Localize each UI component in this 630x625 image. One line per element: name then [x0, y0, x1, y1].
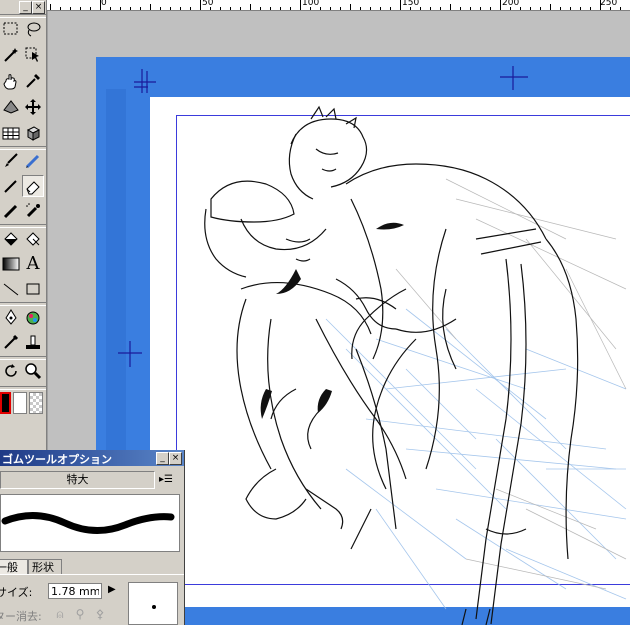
pencil-tool-icon[interactable] [0, 175, 22, 197]
eraser-c-icon[interactable]: ⚴ [92, 605, 108, 623]
marker-tool-icon[interactable] [0, 200, 22, 222]
tool-option-palette: ゴムツールオプション _ × 特大 ▸☰ 一般 形状 サイズ: ▶ ター消去: … [0, 450, 185, 625]
toolbox-panel: _ × A [0, 0, 47, 450]
hand-tool-icon[interactable] [0, 70, 22, 92]
airbrush-tool-icon[interactable] [22, 200, 44, 222]
tab-general[interactable]: 一般 [0, 559, 28, 575]
palette-titlebar[interactable]: ゴムツールオプション _ × [0, 450, 184, 466]
size-label: サイズ: [0, 586, 33, 599]
line-tool-icon[interactable] [0, 278, 22, 300]
stroke-preview [0, 494, 180, 552]
gradient-tool-icon[interactable] [0, 96, 22, 118]
palette-minimize-button[interactable]: _ [156, 452, 169, 465]
text-tool-icon[interactable]: A [22, 253, 44, 275]
select-layer-tool-icon[interactable] [22, 44, 44, 66]
dither-tool-icon[interactable] [0, 253, 22, 275]
palette-title: ゴムツールオプション [2, 453, 112, 466]
palette-menu-button[interactable]: ▸☰ [158, 472, 174, 488]
fill-tool-icon[interactable] [0, 228, 22, 250]
foreground-color-swatch[interactable] [0, 392, 11, 414]
pen-tool-icon[interactable] [22, 150, 44, 172]
eyedropper-tool-icon[interactable] [22, 70, 44, 92]
pen-path-tool-icon[interactable] [0, 306, 22, 328]
eraser-a-icon[interactable]: ⍝ [52, 605, 68, 623]
cube-tool-icon[interactable] [22, 122, 44, 144]
table-tool-icon[interactable] [0, 122, 22, 144]
transparent-color-swatch[interactable] [29, 392, 43, 414]
eraser-tool-icon[interactable] [22, 175, 44, 197]
ruler-mark-250: 250 [600, 0, 618, 8]
ruler-mark-200: 200 [502, 0, 520, 8]
color-mixer-tool-icon[interactable] [22, 306, 44, 328]
ruler-ticks [50, 0, 621, 10]
zoom-tool-icon[interactable] [22, 360, 44, 382]
palette-close-button[interactable]: × [169, 452, 182, 465]
rectangle-tool-icon[interactable] [22, 278, 44, 300]
magic-wand-tool-icon[interactable] [0, 44, 22, 66]
rect-select-tool-icon[interactable] [0, 18, 22, 40]
toolbox-separator [0, 386, 46, 390]
brush-size-preset-select[interactable]: 特大 [0, 471, 155, 489]
background-color-swatch[interactable] [13, 392, 27, 414]
stroke-preview-curve [1, 512, 175, 534]
horizontal-ruler: 0 50 100 150 200 250 [47, 0, 630, 11]
move-tool-icon[interactable] [22, 96, 44, 118]
size-input[interactable] [48, 583, 102, 599]
text-tool-glyph: A [26, 253, 40, 274]
ruler-mark-150: 150 [402, 0, 420, 8]
line-art-illustration [204, 105, 627, 625]
tab-divider [0, 574, 184, 575]
stamp-tool-icon[interactable] [22, 331, 44, 353]
brush-dot-preview [128, 582, 178, 625]
ruler-mark-50: 50 [202, 0, 214, 8]
rotate-tool-icon[interactable] [0, 360, 22, 382]
vector-erase-label: ター消去: [0, 610, 42, 623]
fill-select-tool-icon[interactable] [22, 228, 44, 250]
size-increment-button[interactable]: ▶ [108, 584, 116, 595]
toolbox-minimize-button[interactable]: _ [19, 1, 32, 14]
lasso-tool-icon[interactable] [22, 18, 44, 40]
toolbox-titlebar: _ × [0, 0, 46, 14]
toolbox-close-button[interactable]: × [32, 1, 45, 14]
brush-tool-icon[interactable] [0, 150, 22, 172]
ruler-mark-0: 0 [101, 0, 107, 8]
tab-shape[interactable]: 形状 [28, 559, 62, 575]
ruler-mark-100: 100 [302, 0, 320, 8]
eraser-b-icon[interactable]: ⚲ [72, 605, 88, 623]
correction-tool-icon[interactable] [0, 331, 22, 353]
